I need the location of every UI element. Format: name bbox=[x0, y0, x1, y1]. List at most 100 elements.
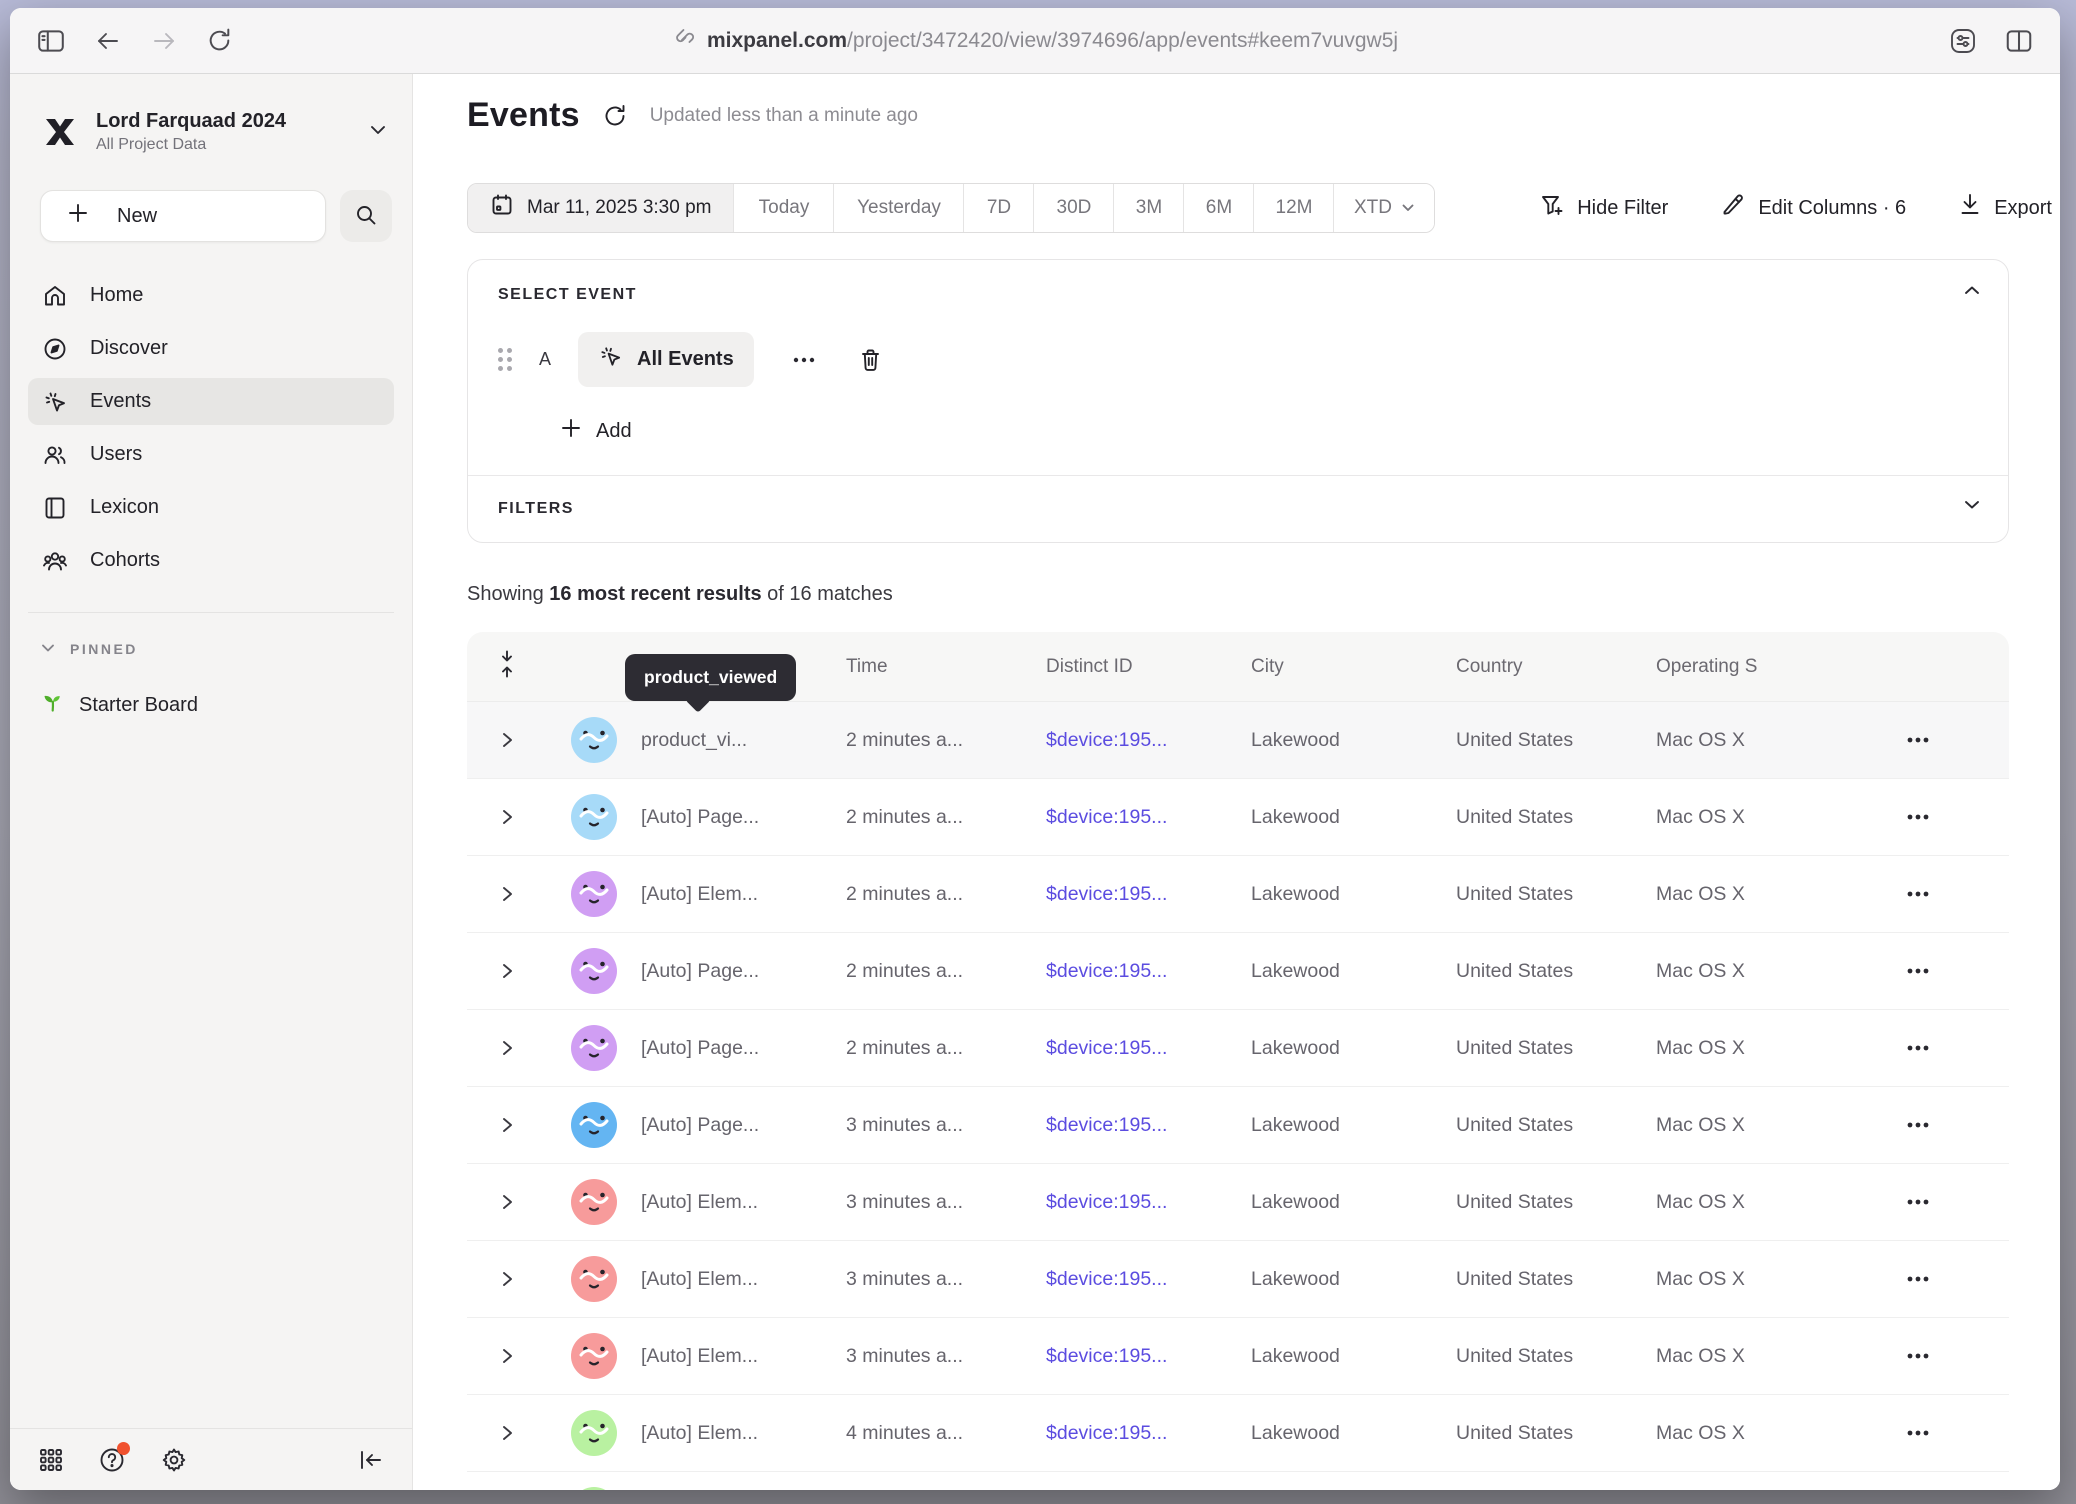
expand-row-icon[interactable] bbox=[500, 730, 514, 750]
table-row[interactable]: [Auto] Elem... 4 minutes a... $device:19… bbox=[467, 1395, 2009, 1472]
cell-distinct-id[interactable]: $device:195... bbox=[1046, 1037, 1251, 1060]
preset-today[interactable]: Today bbox=[734, 184, 834, 232]
cell-distinct-id[interactable]: $device:195... bbox=[1046, 1114, 1251, 1137]
collapse-sidebar-icon[interactable] bbox=[356, 1448, 384, 1472]
cell-country: United States bbox=[1456, 1037, 1656, 1060]
cell-os: Mac OS X bbox=[1656, 729, 1881, 752]
cell-os: Mac OS X bbox=[1656, 1037, 1881, 1060]
trash-icon[interactable] bbox=[858, 347, 883, 373]
select-event-label: SELECT EVENT bbox=[498, 286, 1978, 304]
cell-distinct-id[interactable]: $device:195... bbox=[1046, 1191, 1251, 1214]
reload-icon[interactable] bbox=[206, 27, 233, 54]
drag-handle[interactable] bbox=[498, 348, 512, 371]
cell-city: Lakewood bbox=[1251, 1191, 1456, 1214]
cell-distinct-id[interactable]: $device:195... bbox=[1046, 1268, 1251, 1291]
expand-row-icon[interactable] bbox=[500, 961, 514, 981]
chevron-up-icon[interactable] bbox=[1962, 284, 1982, 300]
new-button-label: New bbox=[117, 205, 157, 228]
table-row[interactable]: product_vi... 2 minutes a... $device:195… bbox=[467, 702, 2009, 779]
column-header-time[interactable]: Time bbox=[846, 656, 1046, 678]
preset-7d[interactable]: 7D bbox=[964, 184, 1034, 232]
add-event-button[interactable]: Add bbox=[560, 417, 632, 445]
back-icon[interactable] bbox=[94, 29, 122, 53]
expand-row-icon[interactable] bbox=[500, 1423, 514, 1443]
browser-sidebar-toggle-icon[interactable] bbox=[36, 27, 66, 55]
sidebar-item-cohorts[interactable]: Cohorts bbox=[28, 537, 394, 584]
collapse-rows-icon[interactable] bbox=[498, 649, 516, 684]
expand-row-icon[interactable] bbox=[500, 884, 514, 904]
expand-row-icon[interactable] bbox=[500, 1038, 514, 1058]
row-more-icon[interactable] bbox=[1905, 1351, 2009, 1361]
preset-30d[interactable]: 30D bbox=[1034, 184, 1114, 232]
column-header-os[interactable]: Operating S bbox=[1656, 656, 1881, 678]
event-avatar bbox=[571, 948, 617, 994]
sidebar-item-lexicon[interactable]: Lexicon bbox=[28, 484, 394, 531]
table-row[interactable]: [Auto] Page... 3 minutes a... $device:19… bbox=[467, 1087, 2009, 1164]
date-picker-current[interactable]: Mar 11, 2025 3:30 pm bbox=[468, 184, 734, 232]
expand-row-icon[interactable] bbox=[500, 1346, 514, 1366]
sidebar: Lord Farquaad 2024 All Project Data New bbox=[10, 74, 413, 1490]
row-more-icon[interactable] bbox=[1905, 735, 2009, 745]
forward-icon[interactable] bbox=[150, 29, 178, 53]
url-bar[interactable]: mixpanel.com/project/3472420/view/397469… bbox=[672, 26, 1398, 56]
cell-distinct-id[interactable]: $device:195... bbox=[1046, 960, 1251, 983]
search-button[interactable] bbox=[340, 190, 392, 242]
pinned-section-header[interactable]: PINNED bbox=[40, 641, 394, 657]
preset-3m[interactable]: 3M bbox=[1114, 184, 1184, 232]
cell-distinct-id[interactable]: $device:195... bbox=[1046, 883, 1251, 906]
cell-distinct-id[interactable]: $device:195... bbox=[1046, 1345, 1251, 1368]
sidebar-item-events[interactable]: Events bbox=[28, 378, 394, 425]
new-button[interactable]: New bbox=[40, 190, 326, 242]
clause-more-icon[interactable] bbox=[792, 355, 816, 365]
help-icon[interactable] bbox=[98, 1446, 126, 1474]
apps-grid-icon[interactable] bbox=[38, 1447, 64, 1473]
cell-distinct-id[interactable]: $device:195... bbox=[1046, 1422, 1251, 1445]
row-more-icon[interactable] bbox=[1905, 1043, 2009, 1053]
expand-row-icon[interactable] bbox=[500, 1269, 514, 1289]
table-row[interactable]: [Auto] Elem... 3 minutes a... $device:19… bbox=[467, 1241, 2009, 1318]
split-view-icon[interactable] bbox=[2004, 27, 2034, 55]
sidebar-item-discover[interactable]: Discover bbox=[28, 325, 394, 372]
row-more-icon[interactable] bbox=[1905, 812, 2009, 822]
expand-row-icon[interactable] bbox=[500, 1192, 514, 1212]
row-more-icon[interactable] bbox=[1905, 1428, 2009, 1438]
sidebar-item-users[interactable]: Users bbox=[28, 431, 394, 478]
expand-row-icon[interactable] bbox=[500, 807, 514, 827]
table-row[interactable]: [Auto] Elem... 3 minutes a... $device:19… bbox=[467, 1318, 2009, 1395]
hide-filter-button[interactable]: Hide Filter bbox=[1539, 192, 1668, 224]
preset-yesterday[interactable]: Yesterday bbox=[834, 184, 964, 232]
event-chip-label: All Events bbox=[637, 348, 734, 371]
preset-12m[interactable]: 12M bbox=[1254, 184, 1334, 232]
column-header-distinct-id[interactable]: Distinct ID bbox=[1046, 656, 1251, 678]
column-header-country[interactable]: Country bbox=[1456, 656, 1656, 678]
column-header-city[interactable]: City bbox=[1251, 656, 1456, 678]
gear-icon[interactable] bbox=[160, 1446, 188, 1474]
cell-country: United States bbox=[1456, 729, 1656, 752]
cell-distinct-id[interactable]: $device:195... bbox=[1046, 806, 1251, 829]
row-more-icon[interactable] bbox=[1905, 889, 2009, 899]
chevron-down-icon[interactable] bbox=[1962, 498, 1982, 514]
sidebar-item-home[interactable]: Home bbox=[28, 272, 394, 319]
cell-distinct-id[interactable]: $device:195... bbox=[1046, 729, 1251, 752]
event-selector-chip[interactable]: All Events bbox=[578, 332, 754, 387]
table-row[interactable]: [Auto] Elem... 3 minutes a... $device:19… bbox=[467, 1164, 2009, 1241]
row-more-icon[interactable] bbox=[1905, 966, 2009, 976]
table-row[interactable]: [Auto] Elem... 2 minutes a... $device:19… bbox=[467, 856, 2009, 933]
preset-xtd[interactable]: XTD bbox=[1334, 184, 1434, 232]
export-button[interactable]: Export bbox=[1958, 192, 2052, 224]
workspace-selector[interactable]: Lord Farquaad 2024 All Project Data bbox=[40, 110, 388, 154]
expand-row-icon[interactable] bbox=[500, 1115, 514, 1135]
sidebar-item-starter-board[interactable]: Starter Board bbox=[40, 689, 394, 721]
table-row[interactable]: [Auto] Page... 2 minutes a... $device:19… bbox=[467, 779, 2009, 856]
row-more-icon[interactable] bbox=[1905, 1120, 2009, 1130]
row-more-icon[interactable] bbox=[1905, 1274, 2009, 1284]
refresh-icon[interactable] bbox=[602, 103, 628, 129]
cell-time: 2 minutes a... bbox=[846, 960, 1046, 983]
edit-columns-button[interactable]: Edit Columns · 6 bbox=[1720, 192, 1906, 224]
table-row[interactable]: [Auto] Page... 2 minutes a... $device:19… bbox=[467, 933, 2009, 1010]
table-row[interactable]: [Auto] Page... 2 minutes a... $device:19… bbox=[467, 1010, 2009, 1087]
table-row[interactable] bbox=[467, 1472, 2009, 1490]
row-more-icon[interactable] bbox=[1905, 1197, 2009, 1207]
preset-6m[interactable]: 6M bbox=[1184, 184, 1254, 232]
page-settings-icon[interactable] bbox=[1948, 26, 1978, 56]
